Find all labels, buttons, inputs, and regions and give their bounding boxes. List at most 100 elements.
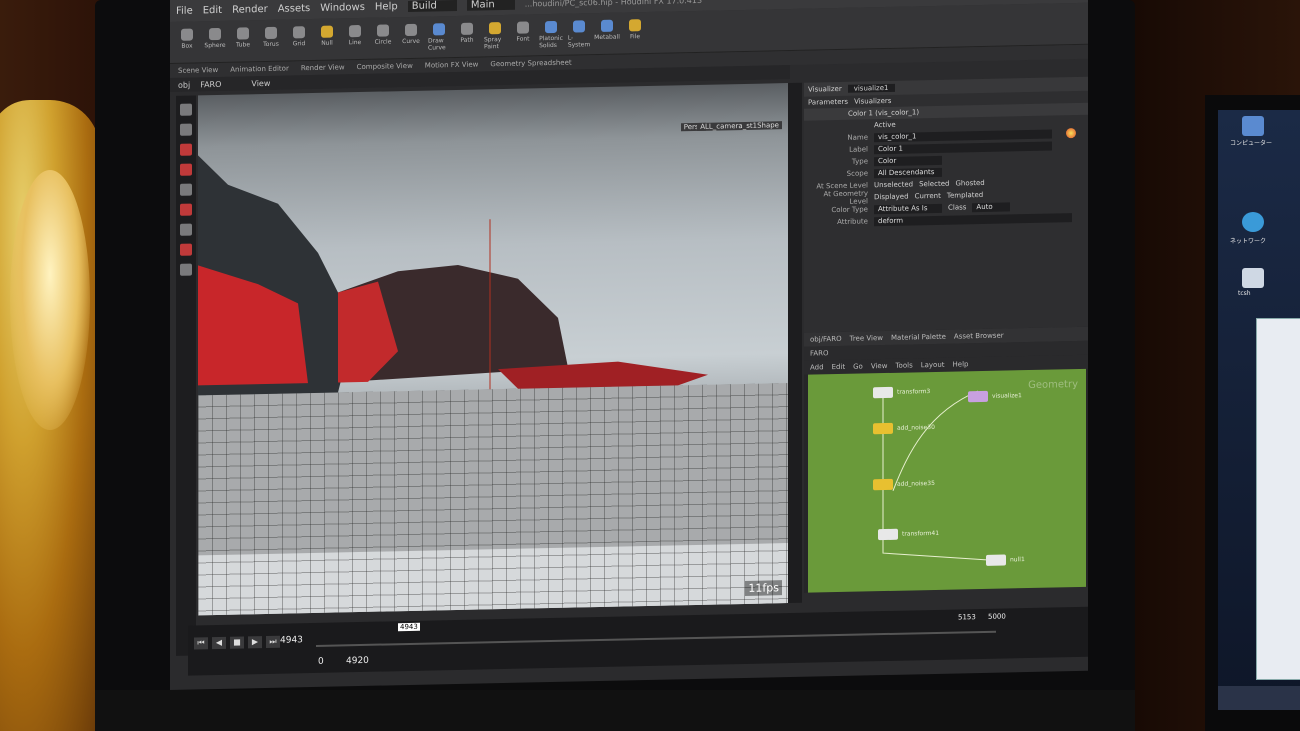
network-icon[interactable] bbox=[1242, 212, 1264, 232]
net-menu-go[interactable]: Go bbox=[853, 362, 863, 370]
color-swatch[interactable] bbox=[1066, 128, 1076, 139]
node-transform41[interactable]: transform41 bbox=[878, 528, 939, 541]
select-icon[interactable] bbox=[180, 103, 192, 116]
ghosted-checkbox[interactable]: Ghosted bbox=[955, 179, 984, 188]
current-checkbox[interactable]: Current bbox=[915, 192, 941, 201]
draw-curve-tool[interactable]: Draw Curve bbox=[428, 22, 450, 51]
torus-tool[interactable]: Torus bbox=[260, 26, 282, 54]
font-tool[interactable]: Font bbox=[512, 20, 534, 49]
path-node[interactable]: FARO bbox=[200, 79, 221, 88]
tube-tool[interactable]: Tube bbox=[232, 26, 254, 55]
node-transform3[interactable]: transform3 bbox=[873, 386, 930, 399]
fps-readout: 11fps bbox=[745, 580, 782, 596]
menu-file[interactable]: File bbox=[176, 5, 193, 16]
node-null1[interactable]: null1 bbox=[986, 554, 1025, 566]
view-label: View bbox=[251, 78, 271, 88]
net-path[interactable]: FARO bbox=[810, 349, 829, 357]
box-tool[interactable]: Box bbox=[176, 28, 198, 56]
node-visualize1[interactable]: visualize1 bbox=[968, 390, 1022, 403]
scale-icon[interactable] bbox=[180, 163, 192, 176]
net-tab-faro[interactable]: obj/FARO bbox=[810, 335, 842, 344]
menu-edit[interactable]: Edit bbox=[203, 4, 222, 15]
net-menu-view[interactable]: View bbox=[871, 362, 888, 370]
tab-motion-fx-view[interactable]: Motion FX View bbox=[425, 61, 479, 70]
line-tool[interactable]: Line bbox=[344, 24, 366, 52]
range-start-frame[interactable]: 4920 bbox=[346, 656, 369, 666]
null-tool[interactable]: Null bbox=[316, 25, 338, 53]
desktop-main-select[interactable]: Main bbox=[466, 0, 515, 11]
grid-tool[interactable]: Grid bbox=[288, 25, 310, 54]
tab-composite-view[interactable]: Composite View bbox=[357, 62, 413, 71]
current-frame[interactable]: 4943 bbox=[280, 635, 303, 645]
reverse-play-button[interactable]: ◀ bbox=[212, 636, 226, 650]
net-menu-help[interactable]: Help bbox=[953, 360, 969, 368]
desktop-build-select[interactable]: Build bbox=[407, 0, 457, 12]
sphere-tool[interactable]: Sphere bbox=[204, 27, 226, 55]
snap-icon[interactable] bbox=[180, 243, 192, 256]
tab-visualizers[interactable]: Visualizers bbox=[854, 97, 891, 106]
displayed-checkbox[interactable]: Displayed bbox=[874, 193, 909, 202]
timeline-track[interactable] bbox=[316, 630, 996, 647]
ground-points bbox=[198, 383, 788, 556]
view-icon[interactable] bbox=[180, 223, 192, 236]
first-frame-button[interactable]: ⏮ bbox=[194, 637, 208, 650]
last-frame-button[interactable]: ⏭ bbox=[266, 635, 280, 648]
menu-windows[interactable]: Windows bbox=[320, 1, 365, 13]
menu-help[interactable]: Help bbox=[375, 1, 398, 12]
attribute-field[interactable]: deform bbox=[874, 212, 1072, 226]
node-graph[interactable]: Geometry transform3 add_noise30 add_nois… bbox=[808, 368, 1086, 593]
net-tab-material[interactable]: Material Palette bbox=[891, 333, 946, 342]
file-tool[interactable]: File bbox=[624, 18, 646, 47]
net-tab-asset[interactable]: Asset Browser bbox=[954, 332, 1004, 341]
metaball-tool[interactable]: Metaball bbox=[594, 19, 620, 47]
stop-button[interactable]: ■ bbox=[230, 636, 244, 649]
unselected-checkbox[interactable]: Unselected bbox=[874, 180, 913, 189]
tab-animation-editor[interactable]: Animation Editor bbox=[230, 65, 289, 74]
move-icon[interactable] bbox=[180, 123, 192, 136]
circle-icon bbox=[377, 23, 389, 37]
handle-icon[interactable] bbox=[180, 183, 192, 196]
play-button[interactable]: ▶ bbox=[248, 636, 262, 649]
circle-tool[interactable]: Circle bbox=[372, 23, 394, 52]
scene-viewport[interactable]: Persp ALL_camera_st1Shape 11fps bbox=[198, 83, 788, 616]
net-tab-tree[interactable]: Tree View bbox=[850, 334, 883, 343]
menu-assets[interactable]: Assets bbox=[278, 3, 311, 15]
class-select[interactable]: Auto bbox=[972, 201, 1011, 212]
tcsh-icon[interactable] bbox=[1242, 268, 1264, 288]
pose-icon[interactable] bbox=[180, 203, 192, 216]
windows-taskbar bbox=[1218, 686, 1300, 710]
type-select[interactable]: Color bbox=[874, 155, 942, 166]
path-tool[interactable]: Path bbox=[456, 22, 478, 50]
end-frame[interactable]: 5153 bbox=[958, 613, 976, 621]
net-menu-layout[interactable]: Layout bbox=[921, 361, 945, 369]
selected-checkbox[interactable]: Selected bbox=[919, 180, 949, 189]
node-add-noise35[interactable]: add_noise35 bbox=[873, 478, 935, 491]
tab-geometry-spreadsheet[interactable]: Geometry Spreadsheet bbox=[490, 59, 571, 69]
platonic-tool[interactable]: Platonic Solids bbox=[539, 20, 563, 49]
node-name[interactable]: visualize1 bbox=[847, 83, 895, 93]
templated-checkbox[interactable]: Templated bbox=[947, 191, 983, 200]
net-menu-tools[interactable]: Tools bbox=[895, 361, 912, 369]
display-icon[interactable] bbox=[180, 263, 192, 276]
explorer-window[interactable] bbox=[1256, 318, 1300, 680]
end-frame-2[interactable]: 5000 bbox=[988, 612, 1006, 620]
network-editor: obj/FARO Tree View Material Palette Asse… bbox=[804, 326, 1088, 593]
computer-icon[interactable] bbox=[1242, 116, 1264, 136]
curve-tool[interactable]: Curve bbox=[400, 23, 422, 51]
lsystem-tool[interactable]: L-System bbox=[568, 19, 590, 48]
tab-scene-view[interactable]: Scene View bbox=[178, 66, 218, 75]
spray-paint-tool[interactable]: Spray Paint bbox=[484, 21, 506, 50]
net-menu-edit[interactable]: Edit bbox=[832, 363, 846, 371]
visualizer-entry[interactable]: Color 1 (vis_color_1) bbox=[848, 108, 919, 117]
net-menu-add[interactable]: Add bbox=[810, 363, 824, 371]
node-add-noise30[interactable]: add_noise30 bbox=[873, 422, 935, 435]
tab-render-view[interactable]: Render View bbox=[301, 63, 345, 72]
rotate-icon[interactable] bbox=[180, 143, 192, 156]
active-checkbox[interactable]: Active bbox=[874, 121, 896, 129]
tab-parameters[interactable]: Parameters bbox=[808, 98, 848, 107]
path-root[interactable]: obj bbox=[178, 80, 190, 89]
menu-render[interactable]: Render bbox=[232, 3, 268, 15]
start-frame[interactable]: 0 bbox=[318, 657, 324, 667]
scope-select[interactable]: All Descendants bbox=[874, 167, 942, 178]
color-type-select[interactable]: Attribute As Is bbox=[874, 203, 942, 214]
